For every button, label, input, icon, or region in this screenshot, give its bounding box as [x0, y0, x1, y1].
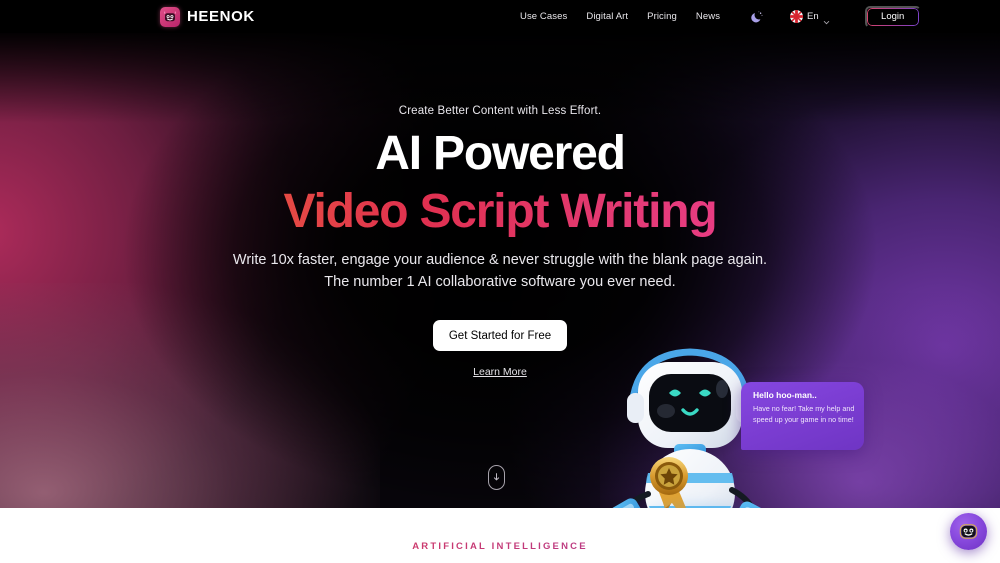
login-button-label: Login [881, 11, 905, 22]
mascot-speech-bubble: Hello hoo-man.. Have no fear! Take my he… [741, 382, 864, 450]
hero-title-line2: Video Script Writing [0, 185, 1000, 239]
robot-face-icon [160, 6, 180, 27]
hero-cta-wrap: Get Started for Free [0, 320, 1000, 351]
hero-subtitle-line2: The number 1 AI collaborative software y… [324, 274, 676, 291]
hero-subtitle-line1: Write 10x faster, engage your audience &… [232, 252, 768, 268]
learn-more-label[interactable]: Learn More [473, 366, 527, 378]
hero-title-line1: AI Powered [375, 127, 626, 180]
hero-eyebrow: Create Better Content with Less Effort. [398, 105, 602, 117]
bubble-body: Have no fear! Take my help and speed up … [753, 404, 855, 424]
landing-page: HEENOK Use Cases Digital Art Pricing New… [0, 0, 1000, 563]
chevron-down-icon [823, 13, 830, 25]
nav-item-news[interactable]: News [696, 11, 720, 22]
uk-flag-icon [790, 10, 804, 23]
nav-item-use-cases[interactable]: Use Cases [520, 11, 567, 22]
chat-robot-icon[interactable] [950, 513, 987, 550]
learn-more-link: Learn More [0, 366, 1000, 378]
brand-name: HEENOK [187, 8, 255, 25]
language-selector[interactable]: En [790, 10, 830, 25]
nav-item-pricing[interactable]: Pricing [647, 11, 677, 22]
hero-subtitle: Write 10x faster, engage your audience &… [0, 249, 1000, 294]
login-button[interactable]: Login [864, 5, 921, 28]
section-label: ARTIFICIAL INTELLIGENCE [0, 541, 1000, 552]
language-label: En [807, 11, 819, 22]
hero-content: Create Better Content with Less Effort. … [0, 33, 1000, 508]
scroll-down-mouse-icon[interactable] [488, 465, 505, 490]
nav-item-digital-art[interactable]: Digital Art [586, 11, 628, 22]
site-header: HEENOK Use Cases Digital Art Pricing New… [0, 0, 1000, 33]
moon-icon[interactable] [749, 9, 764, 24]
get-started-button[interactable]: Get Started for Free [433, 320, 567, 351]
bubble-title: Hello hoo-man.. [753, 390, 817, 400]
robot-glow [620, 498, 770, 508]
brand-logo[interactable]: HEENOK [160, 6, 255, 27]
hero-section: Create Better Content with Less Effort. … [0, 33, 1000, 508]
main-nav: Use Cases Digital Art Pricing News En Lo… [520, 0, 921, 33]
artificial-intelligence-section: ARTIFICIAL INTELLIGENCE [0, 508, 1000, 563]
